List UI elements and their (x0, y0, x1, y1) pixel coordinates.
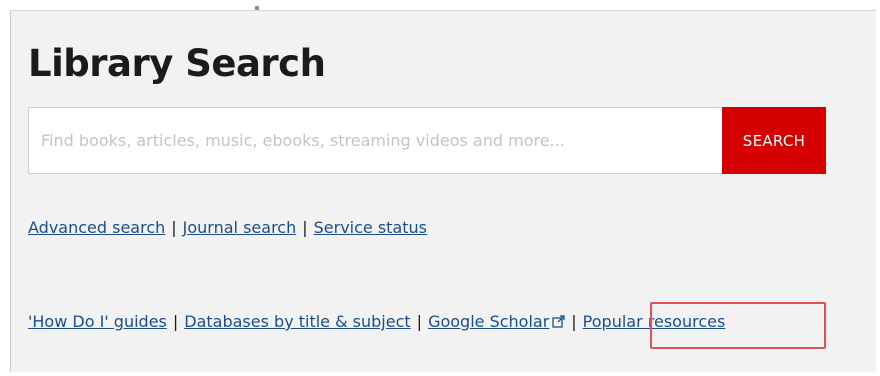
link-separator: | (171, 218, 177, 237)
google-scholar-label: Google Scholar (428, 312, 550, 331)
quick-links-row: Advanced search | Journal search | Service s… (28, 217, 427, 239)
link-separator: | (302, 218, 308, 237)
search-bar: SEARCH (28, 107, 826, 174)
databases-link[interactable]: Databases by title & subject (184, 312, 410, 331)
google-scholar-link[interactable]: Google Scholar (428, 312, 565, 331)
how-do-i-guides-link[interactable]: 'How Do I' guides (28, 312, 167, 331)
journal-search-link[interactable]: Journal search (183, 218, 297, 237)
resources-links-row: 'How Do I' guides | Databases by title & s… (28, 311, 725, 334)
link-separator: | (172, 312, 179, 331)
external-link-icon (552, 312, 565, 334)
search-button[interactable]: SEARCH (722, 107, 826, 174)
search-input[interactable] (28, 107, 722, 174)
page-title: Library Search (28, 42, 326, 85)
service-status-link[interactable]: Service status (314, 218, 427, 237)
popular-resources-link[interactable]: Popular resources (583, 312, 726, 331)
advanced-search-link[interactable]: Advanced search (28, 218, 165, 237)
link-separator: | (416, 312, 423, 331)
link-separator: | (571, 312, 577, 331)
